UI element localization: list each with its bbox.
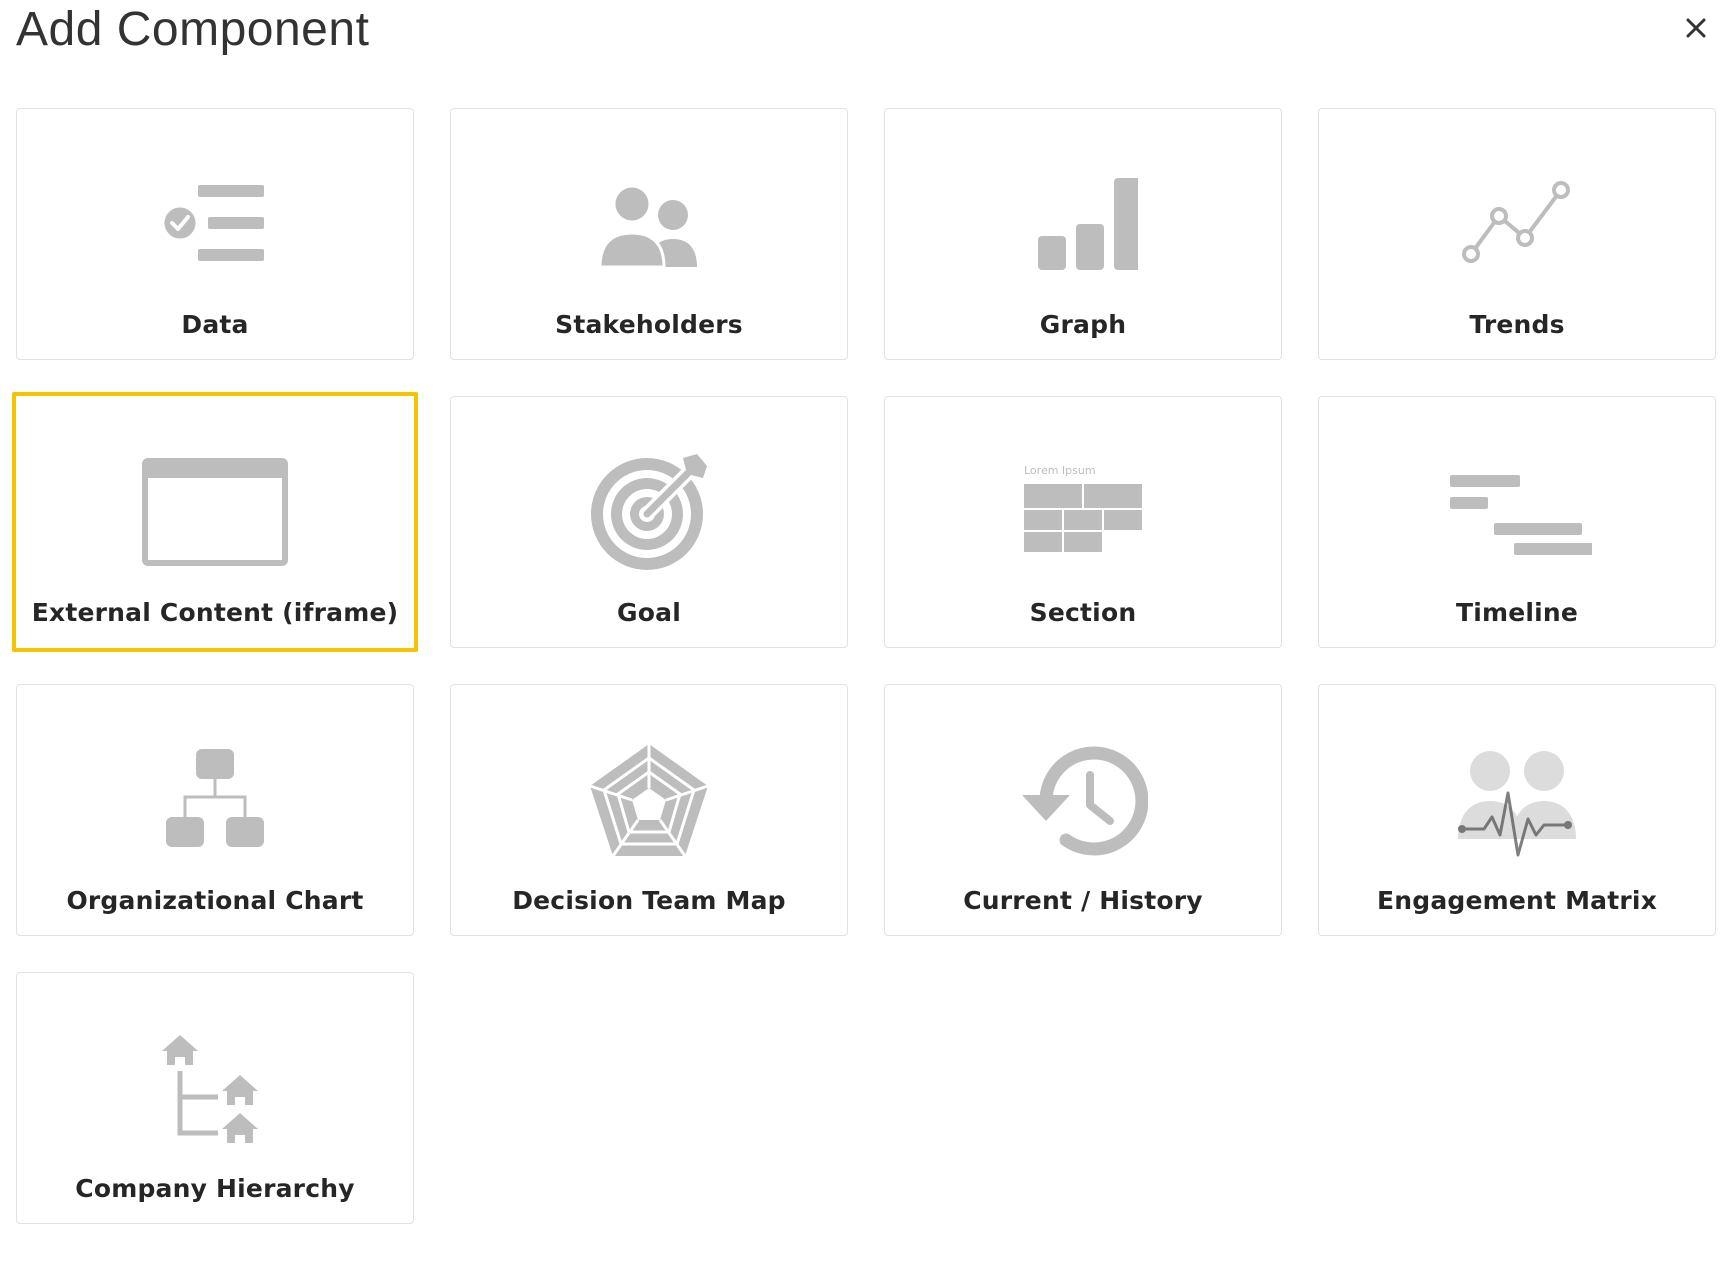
component-card-current-history[interactable]: Current / History [884,684,1282,936]
component-card-decision-team-map[interactable]: Decision Team Map [450,684,848,936]
checklist-icon [161,185,264,261]
component-label: Timeline [1455,598,1579,627]
component-label: Stakeholders [555,310,743,339]
timeline-icon [1450,475,1592,555]
bar-chart-icon [1038,178,1138,270]
component-card-goal[interactable]: Goal [450,396,848,648]
close-icon [1686,18,1706,38]
component-card-company-hierarchy[interactable]: Company Hierarchy [16,972,414,1224]
component-grid: Data Stakeholders Graph Trends External … [12,108,1716,1224]
dialog-title: Add Component [16,3,370,56]
target-icon [590,454,707,570]
component-card-data[interactable]: Data [16,108,414,360]
component-label: Current / History [963,886,1203,915]
component-label: Company Hierarchy [75,1174,355,1203]
component-label: External Content (iframe) [31,598,399,627]
people-icon [598,184,697,269]
component-card-trends[interactable]: Trends [1318,108,1716,360]
component-card-external-content[interactable]: External Content (iframe) [12,392,418,652]
component-card-organizational-chart[interactable]: Organizational Chart [16,684,414,936]
component-card-section[interactable]: Lorem Ipsum Section [884,396,1282,648]
browser-window-icon [142,458,288,566]
component-label: Organizational Chart [66,886,364,915]
component-card-engagement-matrix[interactable]: Engagement Matrix [1318,684,1716,936]
lorem-ipsum-text: Lorem Ipsum [1024,464,1096,477]
component-label: Trends [1469,310,1565,339]
component-card-graph[interactable]: Graph [884,108,1282,360]
hierarchy-icon [162,1034,258,1143]
component-label: Graph [1039,310,1127,339]
radar-chart-icon [589,744,709,857]
component-label: Decision Team Map [512,886,786,915]
close-button[interactable] [1676,8,1716,48]
component-label: Goal [617,598,681,627]
component-label: Engagement Matrix [1376,886,1658,915]
history-icon [1022,746,1148,855]
line-chart-icon [1462,181,1570,263]
component-card-timeline[interactable]: Timeline [1318,396,1716,648]
engagement-icon [1458,750,1576,856]
component-card-stakeholders[interactable]: Stakeholders [450,108,848,360]
org-chart-icon [166,749,264,847]
table-icon: Lorem Ipsum [1024,464,1142,552]
component-label: Section [1029,598,1137,627]
component-label: Data [181,310,249,339]
